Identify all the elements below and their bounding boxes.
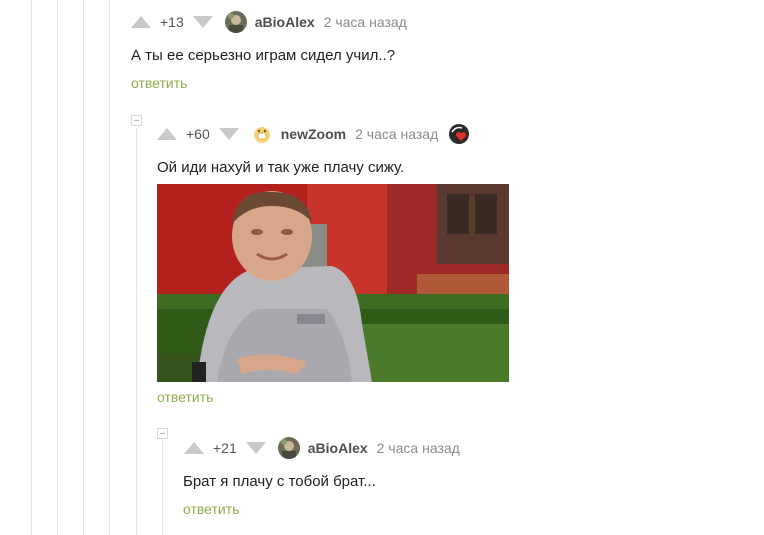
comment-text: А ты ее серьезно играм сидел учил..? bbox=[131, 47, 396, 64]
comment-text: Брат я плачу с тобой брат... bbox=[183, 473, 376, 490]
thread-line bbox=[162, 440, 163, 535]
reply-link[interactable]: ответить bbox=[131, 75, 187, 91]
comment-header: +13 aBioAlex 2 часа назад bbox=[131, 10, 407, 34]
thread-line bbox=[31, 0, 32, 535]
comment-rating: +13 bbox=[160, 14, 184, 30]
comment-time: 2 часа назад bbox=[376, 440, 460, 456]
comment-rating: +60 bbox=[186, 126, 210, 142]
vote-up-icon[interactable] bbox=[157, 128, 177, 140]
comment-rating: +21 bbox=[213, 440, 237, 456]
thread-line bbox=[109, 0, 110, 535]
thread-line bbox=[57, 0, 58, 535]
vote-down-icon[interactable] bbox=[218, 128, 239, 140]
reply-link[interactable]: ответить bbox=[157, 389, 213, 405]
comment-header: +60 newZoom 2 часа назад bbox=[157, 122, 470, 146]
comment-time: 2 часа назад bbox=[355, 126, 439, 142]
reply-link[interactable]: ответить bbox=[183, 501, 239, 517]
thread-line bbox=[136, 128, 137, 535]
vote-down-icon[interactable] bbox=[192, 16, 213, 28]
vote-down-icon[interactable] bbox=[245, 442, 266, 454]
thread-line bbox=[83, 0, 84, 535]
comment-time: 2 часа назад bbox=[323, 14, 407, 30]
comment-author[interactable]: aBioAlex bbox=[255, 14, 315, 30]
collapse-thread-button[interactable] bbox=[157, 428, 168, 439]
avatar[interactable] bbox=[277, 437, 300, 459]
comment-author[interactable]: aBioAlex bbox=[308, 440, 368, 456]
heart-badge-icon bbox=[448, 123, 470, 145]
collapse-thread-button[interactable] bbox=[131, 115, 142, 126]
comment-text: Ой иди нахуй и так уже плачу сижу. bbox=[157, 159, 405, 176]
avatar[interactable] bbox=[224, 11, 247, 33]
crying-boy-image[interactable] bbox=[157, 184, 509, 382]
avatar[interactable] bbox=[250, 123, 273, 145]
comment-header: +21 aBioAlex 2 часа назад bbox=[184, 436, 460, 460]
comment-author[interactable]: newZoom bbox=[281, 126, 346, 142]
vote-up-icon[interactable] bbox=[184, 442, 204, 454]
vote-up-icon[interactable] bbox=[131, 16, 151, 28]
